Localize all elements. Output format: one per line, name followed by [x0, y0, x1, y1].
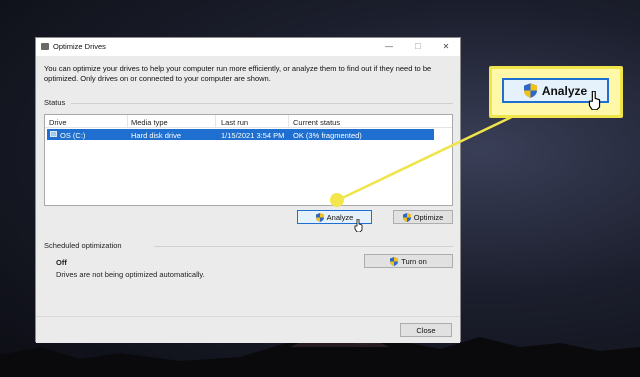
cell-last-run: 1/15/2021 3:54 PM — [221, 130, 285, 140]
schedule-state: Off — [56, 258, 67, 267]
status-section-label: Status — [44, 98, 66, 107]
mouse-cursor-icon — [588, 91, 601, 110]
close-window-button[interactable]: ✕ — [436, 40, 456, 53]
window-title: Optimize Drives — [53, 42, 106, 51]
description-text: You can optimize your drives to help you… — [44, 64, 432, 83]
drives-list[interactable]: Drive Media type Last run Current status… — [44, 114, 453, 206]
column-last-run[interactable]: Last run — [221, 118, 248, 127]
minimize-button[interactable]: — — [379, 40, 399, 53]
shield-icon — [390, 256, 399, 266]
maximize-button[interactable]: ☐ — [408, 40, 428, 53]
scheduled-divider — [154, 246, 453, 247]
schedule-message: Drives are not being optimized automatic… — [56, 270, 205, 279]
table-row[interactable]: OS (C:) Hard disk drive 1/15/2021 3:54 P… — [47, 129, 434, 140]
callout-analyze-label: Analyze — [541, 83, 588, 98]
mouse-cursor-icon — [354, 219, 363, 232]
analyze-button-label: Analyze — [326, 212, 354, 222]
column-divider — [288, 115, 289, 127]
optimize-button-label: Optimize — [413, 212, 444, 222]
optimize-button[interactable]: Optimize — [393, 210, 453, 224]
shield-icon — [402, 212, 411, 222]
hard-drive-icon — [50, 131, 57, 137]
column-divider — [215, 115, 216, 127]
close-button-label: Close — [416, 325, 436, 335]
cell-media-type: Hard disk drive — [131, 130, 182, 140]
column-media-type[interactable]: Media type — [131, 118, 168, 127]
scheduled-section-label: Scheduled optimization — [44, 241, 122, 250]
callout-zoom-box: Analyze — [489, 66, 623, 118]
status-divider — [71, 103, 453, 104]
cell-current-status: OK (3% fragmented) — [293, 130, 362, 140]
shield-icon — [523, 83, 537, 98]
list-header: Drive Media type Last run Current status — [45, 115, 452, 128]
column-divider — [127, 115, 128, 127]
turn-on-button[interactable]: Turn on — [364, 254, 453, 268]
column-drive[interactable]: Drive — [49, 118, 67, 127]
turn-on-button-label: Turn on — [401, 256, 427, 266]
cell-drive: OS (C:) — [60, 130, 86, 140]
close-button[interactable]: Close — [400, 323, 452, 337]
dialog-footer: Close — [36, 316, 460, 343]
shield-icon — [315, 212, 324, 222]
drive-tool-icon — [41, 43, 49, 50]
title-bar: Optimize Drives — ☐ ✕ — [36, 38, 460, 56]
optimize-drives-window: Optimize Drives — ☐ ✕ You can optimize y… — [35, 37, 461, 343]
column-current-status[interactable]: Current status — [293, 118, 340, 127]
